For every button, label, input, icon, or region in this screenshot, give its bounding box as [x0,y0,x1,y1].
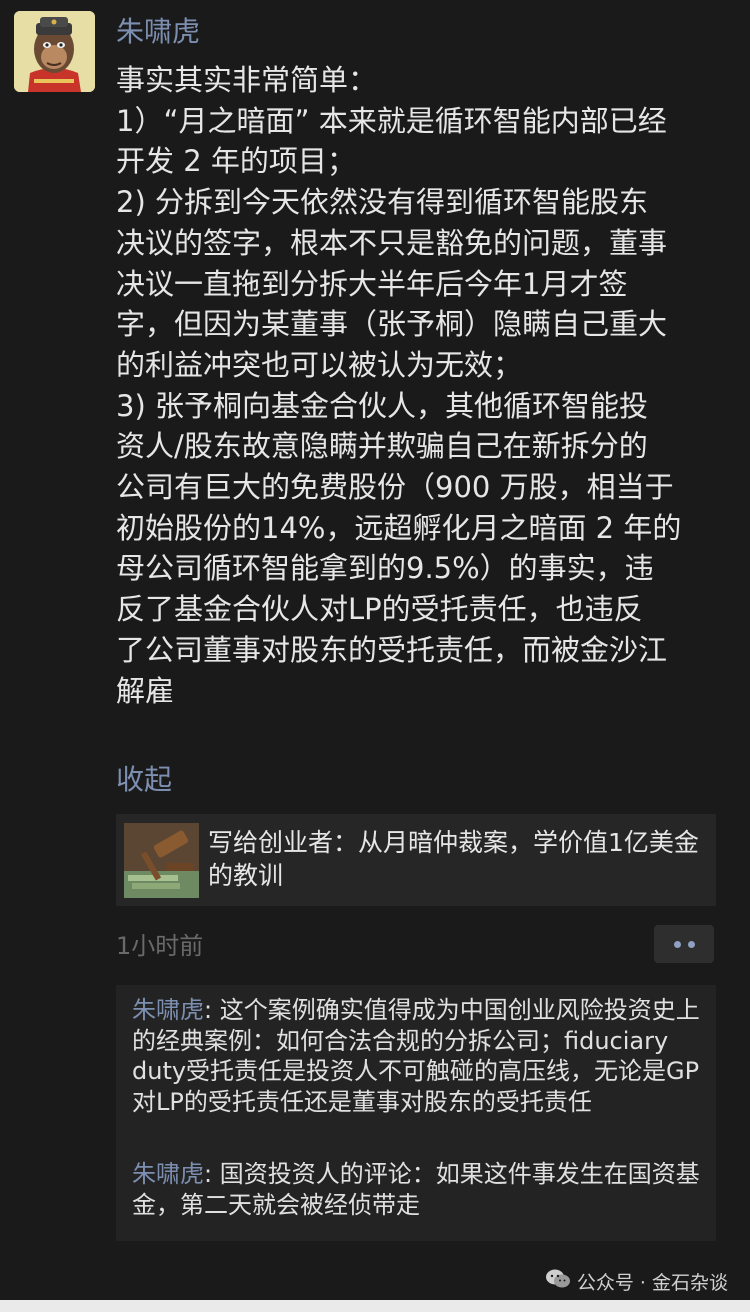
comment[interactable]: 朱啸虎: 国资投资人的评论：如果这件事发生在国资基金，第二天就会被经侦带走 [132,1159,712,1220]
post-line: 决议的签字，根本不只是豁免的问题，董事 [116,225,668,260]
post-line: 事实其实非常简单： [116,63,378,97]
bottom-bar [0,1300,750,1312]
post-time: 1小时前 [116,932,204,960]
post-author-name[interactable]: 朱啸虎 [116,12,200,52]
comment-author[interactable]: 朱啸虎 [132,996,204,1024]
more-icon [654,925,714,963]
article-title[interactable]: 写给创业者：从月暗仲裁案，学价值1亿美金的教训 [208,826,703,892]
comment-text: : 国资投资人的评论：如果这件事发生在国资基金，第二天就会被经侦带走 [132,1160,700,1219]
comment[interactable]: 朱啸虎: 这个案例确实值得成为中国创业风险投资史上的经典案例：如何合法合规的分拆… [132,995,712,1117]
shared-article-card[interactable]: 写给创业者：从月暗仲裁案，学价值1亿美金的教训 [116,814,716,906]
post-line: 2) 分拆到今天依然没有得到循环智能股东 [116,185,648,220]
post-line: 字，但因为某董事（张予桐）隐瞒自己重大 [116,307,668,342]
post-line: 1）“月之暗面” 本来就是循环智能内部已经 [116,103,667,138]
post-line: 解雇 [116,673,175,708]
post-line: 资人/股东故意隐瞒并欺骗自己在新拆分的 [116,429,648,464]
watermark: 公众号 · 金石杂谈 [545,1263,728,1299]
comment-author[interactable]: 朱啸虎 [132,1160,204,1188]
post-line: 了公司董事对股东的受托责任，而被金沙江 [116,632,668,667]
post-line: 决议一直拖到分拆大半年后今年1月才签 [116,266,628,301]
post-line: 母公司循环智能拿到的9.5%）的事实，违 [116,551,654,586]
post-line: 公司有巨大的免费股份（900 万股，相当于 [116,470,674,505]
wechat-icon [545,1268,571,1295]
post-content: 事实其实非常简单： 1）“月之暗面” 本来就是循环智能内部已经 开发 2 年的项… [116,60,731,711]
post-line: 反了基金合伙人对LP的受托责任，也违反 [116,592,643,627]
comments-section: 朱啸虎: 这个案例确实值得成为中国创业风险投资史上的经典案例：如何合法合规的分拆… [116,985,716,1241]
post-line: 3) 张予桐向基金合伙人，其他循环智能投 [116,388,648,423]
post-line: 开发 2 年的项目； [116,144,356,179]
avatar[interactable] [14,11,95,92]
dot [687,940,695,948]
watermark-text: 公众号 · 金石杂谈 [576,1271,728,1294]
post-line: 的利益冲突也可以被认为无效； [116,347,523,382]
article-thumbnail [124,823,199,898]
collapse-link[interactable]: 收起 [116,760,172,800]
more-actions-button[interactable] [654,925,714,963]
post-line: 初始股份的14%，远超孵化月之暗面 2 年的 [116,510,682,545]
dot [673,940,681,948]
comment-text: : 这个案例确实值得成为中国创业风险投资史上的经典案例：如何合法合规的分拆公司；… [132,996,700,1116]
